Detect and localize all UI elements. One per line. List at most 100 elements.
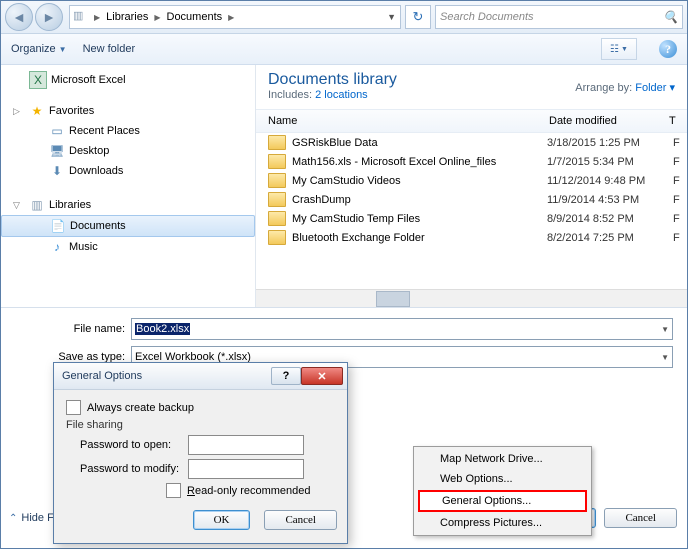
sidebar-item-downloads[interactable]: ⬇Downloads xyxy=(1,161,255,181)
sidebar-label: Music xyxy=(69,239,98,255)
sidebar-item-desktop[interactable]: 🖥Desktop xyxy=(1,141,255,161)
chevron-down-icon: ▼ xyxy=(661,353,669,362)
recent-icon: ▭ xyxy=(49,123,65,139)
organize-button[interactable]: Organize▼ xyxy=(11,43,67,55)
search-placeholder: Search Documents xyxy=(440,11,534,23)
forward-button[interactable]: ► xyxy=(35,3,63,31)
file-sharing-group: File sharing xyxy=(66,419,335,431)
menu-map-network-drive[interactable]: Map Network Drive... xyxy=(416,449,589,469)
arrange-value[interactable]: Folder ▾ xyxy=(635,82,675,94)
libraries-icon: ▥ xyxy=(29,197,45,213)
sidebar-item-excel[interactable]: XMicrosoft Excel xyxy=(1,69,255,91)
view-button[interactable]: ☷ ▼ xyxy=(601,38,637,60)
breadcrumb-bar[interactable]: ▥ ▶ Libraries ▶ Documents ▶ ▼ xyxy=(69,5,401,29)
always-create-backup-row: Always create backup xyxy=(66,400,335,415)
file-type: F xyxy=(673,194,683,206)
breadcrumb-libraries[interactable]: Libraries xyxy=(102,6,152,28)
file-date: 8/2/2014 7:25 PM xyxy=(547,232,667,244)
file-date: 11/12/2014 9:48 PM xyxy=(547,175,667,187)
chevron-right-icon: ▶ xyxy=(92,13,102,22)
sidebar-label: Recent Places xyxy=(69,123,140,139)
refresh-button[interactable]: ↻ xyxy=(405,5,431,29)
sidebar-item-recent[interactable]: ▭Recent Places xyxy=(1,121,255,141)
file-row[interactable]: My CamStudio Temp Files8/9/2014 8:52 PMF xyxy=(256,209,687,228)
file-row[interactable]: My CamStudio Videos 11/12/2014 9:48 PM F xyxy=(256,171,687,190)
close-button[interactable]: ✕ xyxy=(301,367,343,385)
back-button[interactable]: ◄ xyxy=(5,3,33,31)
arrange-by: Arrange by: Folder ▾ xyxy=(575,81,675,101)
modal-cancel-button[interactable]: Cancel xyxy=(264,510,337,530)
file-row[interactable]: Bluetooth Exchange Folder8/2/2014 7:25 P… xyxy=(256,228,687,247)
chevron-right-icon: ▶ xyxy=(152,13,162,22)
sidebar-label: Libraries xyxy=(49,197,91,213)
sidebar-item-favorites[interactable]: ▷★Favorites xyxy=(1,101,255,121)
documents-icon: 📄 xyxy=(50,218,66,234)
file-row[interactable]: GSRiskBlue Data3/18/2015 1:25 PMF xyxy=(256,133,687,152)
file-type: F xyxy=(673,156,683,168)
folder-icon xyxy=(268,192,286,207)
folder-icon xyxy=(268,211,286,226)
backup-checkbox[interactable] xyxy=(66,400,81,415)
file-name: My CamStudio Videos xyxy=(292,175,541,187)
general-options-dialog: General Options ? ✕ Always create backup… xyxy=(53,362,348,544)
star-icon: ★ xyxy=(29,103,45,119)
scroll-thumb[interactable] xyxy=(376,291,410,307)
excel-icon: X xyxy=(29,71,47,89)
readonly-label[interactable]: Read-only recommended xyxy=(187,485,311,497)
menu-compress-pictures[interactable]: Compress Pictures... xyxy=(416,513,589,533)
main-panel: Documents library Includes: 2 locations … xyxy=(256,65,687,307)
password-open-input[interactable] xyxy=(188,435,304,455)
chevron-down-icon: ▼ xyxy=(59,45,67,54)
dialog-title: General Options xyxy=(58,370,142,382)
sidebar-item-documents[interactable]: 📄Documents xyxy=(1,215,255,237)
desktop-icon: 🖥 xyxy=(49,143,65,159)
ok-button[interactable]: OK xyxy=(193,510,251,530)
libraries-icon: ▥ xyxy=(73,9,89,25)
toolbar: Organize▼ New folder ☷ ▼ ? xyxy=(1,34,687,65)
sidebar-item-music[interactable]: ♪Music xyxy=(1,237,255,257)
chevron-down-icon[interactable]: ▼ xyxy=(661,325,669,334)
sidebar-item-libraries[interactable]: ▽ ▥Libraries xyxy=(1,195,255,215)
readonly-checkbox[interactable] xyxy=(166,483,181,498)
expand-icon[interactable]: ▷ xyxy=(13,103,20,119)
filename-input[interactable]: Book2.xlsx▼ xyxy=(131,318,673,340)
sidebar: XMicrosoft Excel ▷★Favorites ▭Recent Pla… xyxy=(1,65,256,307)
file-name: CrashDump xyxy=(292,194,541,206)
col-date[interactable]: Date modified xyxy=(549,115,669,127)
folder-icon xyxy=(268,230,286,245)
password-modify-label: Password to modify: xyxy=(80,463,188,475)
backup-label[interactable]: Always create backup xyxy=(87,402,194,414)
password-modify-input[interactable] xyxy=(188,459,304,479)
collapse-icon[interactable]: ▽ xyxy=(13,197,20,213)
help-button[interactable]: ? xyxy=(271,367,301,385)
file-date: 11/9/2014 4:53 PM xyxy=(547,194,667,206)
new-folder-button[interactable]: New folder xyxy=(83,43,136,55)
menu-web-options[interactable]: Web Options... xyxy=(416,469,589,489)
includes-link[interactable]: 2 locations xyxy=(315,89,368,101)
file-type: F xyxy=(673,175,683,187)
library-title: Documents library xyxy=(268,71,397,89)
col-name[interactable]: Name xyxy=(268,115,549,127)
cancel-button[interactable]: Cancel xyxy=(604,508,677,528)
search-input[interactable]: Search Documents 🔍 xyxy=(435,5,683,29)
help-button[interactable]: ? xyxy=(659,40,677,58)
file-list[interactable]: GSRiskBlue Data3/18/2015 1:25 PMF Math156… xyxy=(256,133,687,289)
file-type: F xyxy=(673,213,683,225)
horizontal-scrollbar[interactable] xyxy=(256,289,687,307)
sidebar-label: Documents xyxy=(70,218,126,234)
file-row[interactable]: CrashDump 11/9/2014 4:53 PM F xyxy=(256,190,687,209)
file-row[interactable]: Math156.xls - Microsoft Excel Online_fil… xyxy=(256,152,687,171)
nav-bar: ◄ ► ▥ ▶ Libraries ▶ Documents ▶ ▼ ↻ Sear… xyxy=(1,1,687,34)
file-name: Math156.xls - Microsoft Excel Online_fil… xyxy=(292,156,541,168)
list-header: Name Date modified T xyxy=(256,110,687,133)
chevron-up-icon: ⌃ xyxy=(9,513,17,524)
titlebar[interactable]: General Options ? ✕ xyxy=(54,363,347,390)
body: XMicrosoft Excel ▷★Favorites ▭Recent Pla… xyxy=(1,65,687,307)
sidebar-label: Downloads xyxy=(69,163,123,179)
breadcrumb-documents[interactable]: Documents xyxy=(163,6,227,28)
menu-general-options[interactable]: General Options... xyxy=(418,490,587,512)
arrange-label: Arrange by: xyxy=(575,82,632,94)
col-type[interactable]: T xyxy=(669,115,687,127)
breadcrumb-dropdown-icon[interactable]: ▼ xyxy=(383,12,400,22)
search-icon: 🔍 xyxy=(663,10,678,24)
